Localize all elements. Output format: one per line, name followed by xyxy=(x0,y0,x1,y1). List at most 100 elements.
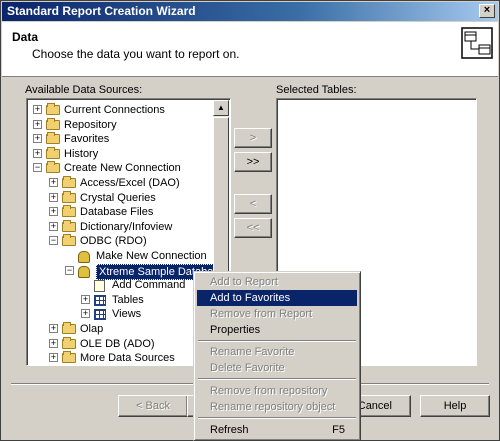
scroll-up-arrow-icon[interactable]: ▲ xyxy=(213,100,229,116)
tree-item-label: Favorites xyxy=(64,133,110,146)
tree-item[interactable]: + Current Connections xyxy=(27,103,213,117)
tree-item[interactable]: + Dictionary/Infoview xyxy=(27,219,213,234)
database-icon xyxy=(78,265,90,278)
folder-icon xyxy=(62,351,76,364)
collapse-icon[interactable]: − xyxy=(65,265,74,275)
tree-item-label: Make New Connection xyxy=(96,250,207,262)
expand-icon[interactable]: + xyxy=(49,353,58,363)
remove-all-button[interactable]: << xyxy=(234,218,272,238)
menu-item[interactable]: Remove from Report xyxy=(197,306,357,322)
tree-item[interactable]: + Database Files xyxy=(27,205,213,219)
tree-item-label: Repository xyxy=(64,118,117,131)
table-icon xyxy=(94,309,106,321)
tree-item-label: Current Connections xyxy=(64,104,165,116)
expand-icon[interactable]: + xyxy=(49,221,58,231)
add-table-button[interactable]: > xyxy=(234,128,272,148)
menu-item-label: Add to Favorites xyxy=(210,292,291,304)
tree-item[interactable]: + Tables xyxy=(27,293,213,307)
tree-item[interactable]: + Repository xyxy=(27,117,213,132)
tree-item[interactable]: + OLE DB (ADO) xyxy=(27,336,213,351)
tree-item[interactable]: − Create New Connection xyxy=(27,161,213,175)
tree-item[interactable]: + Olap xyxy=(27,322,213,336)
folder-icon xyxy=(62,234,76,247)
tree-item[interactable]: + Favorites xyxy=(27,132,213,146)
menu-item[interactable]: Rename repository object xyxy=(197,399,357,415)
help-button[interactable]: Help xyxy=(420,395,490,417)
tree-item[interactable]: + More Data Sources xyxy=(27,351,213,365)
tree-item[interactable]: Make New Connection xyxy=(27,249,213,263)
menu-item-label: Properties xyxy=(210,324,261,336)
window-title: Standard Report Creation Wizard xyxy=(7,4,196,18)
remove-table-button[interactable]: < xyxy=(234,194,272,214)
close-button[interactable]: × xyxy=(479,4,495,18)
menu-item-label: Rename repository object xyxy=(210,401,336,413)
page-subtitle: Choose the data you want to report on. xyxy=(32,47,240,61)
tree-item[interactable]: + Crystal Queries xyxy=(27,190,213,205)
tree-item[interactable]: − ODBC (RDO) xyxy=(27,234,213,248)
menu-item-label: Delete Favorite xyxy=(210,362,285,374)
collapse-icon[interactable]: − xyxy=(33,163,42,173)
folder-icon xyxy=(46,132,60,145)
tree-item[interactable]: Add Command xyxy=(27,278,213,293)
tree-item-label: Crystal Queries xyxy=(80,191,156,204)
expand-icon[interactable]: + xyxy=(49,324,58,333)
title-bar[interactable]: Standard Report Creation Wizard × xyxy=(2,2,498,21)
tree-item-label: ODBC (RDO) xyxy=(80,235,147,248)
tree-item-label: More Data Sources xyxy=(80,352,175,365)
expand-icon[interactable]: + xyxy=(81,309,90,319)
menu-item-label: Remove from Report xyxy=(210,308,313,320)
expand-icon[interactable]: + xyxy=(49,338,58,348)
folder-icon xyxy=(46,117,60,130)
expand-icon[interactable]: + xyxy=(49,207,58,217)
tree-item-label: Tables xyxy=(112,293,144,306)
expand-icon[interactable]: + xyxy=(33,119,42,129)
database-icon xyxy=(78,251,90,263)
folder-icon xyxy=(62,336,76,349)
menu-shortcut: F5 xyxy=(332,424,345,436)
expand-icon[interactable]: + xyxy=(33,134,42,144)
tree-item-label: History xyxy=(64,147,99,160)
expand-icon[interactable]: + xyxy=(49,192,58,202)
folder-icon xyxy=(46,103,60,115)
menu-separator xyxy=(198,378,356,380)
menu-item[interactable]: Add to Favorites xyxy=(197,290,357,306)
menu-item[interactable]: Refresh F5 xyxy=(197,422,357,438)
folder-icon xyxy=(62,190,76,203)
tree-item[interactable]: − Xtreme Sample Database xyxy=(27,263,228,280)
menu-item[interactable]: Rename Favorite xyxy=(197,344,357,360)
folder-icon xyxy=(62,176,76,188)
tree-item-label: Create New Connection xyxy=(64,162,181,175)
context-menu: Add to Report Add to Favorites Remove from… xyxy=(193,271,361,441)
collapse-icon[interactable]: − xyxy=(49,236,58,246)
expand-icon[interactable]: + xyxy=(49,178,58,187)
folder-icon xyxy=(62,322,76,334)
menu-item[interactable]: Properties xyxy=(197,322,357,338)
menu-separator xyxy=(198,340,356,342)
menu-item[interactable]: Remove from repository xyxy=(197,383,357,399)
menu-item-label: Rename Favorite xyxy=(210,346,295,358)
back-button[interactable]: < Back xyxy=(118,395,188,417)
expand-icon[interactable]: + xyxy=(33,105,42,114)
add-all-button[interactable]: >> xyxy=(234,152,272,172)
tree-item-label: Database Files xyxy=(80,206,154,219)
page-title: Data xyxy=(12,30,39,44)
menu-item[interactable]: Add to Report xyxy=(197,274,357,290)
tree-item-label: Dictionary/Infoview xyxy=(80,220,173,233)
available-sources-label: Available Data Sources: xyxy=(25,84,143,96)
wizard-header: Data Choose the data you want to report … xyxy=(2,22,498,77)
menu-separator xyxy=(198,417,356,419)
menu-item-label: Refresh xyxy=(210,424,249,436)
expand-icon[interactable]: + xyxy=(81,294,90,304)
folder-icon xyxy=(62,219,76,232)
table-icon xyxy=(94,294,106,306)
tree-item[interactable]: + Access/Excel (DAO) xyxy=(27,176,213,190)
menu-item-label: Remove from repository xyxy=(210,385,328,397)
tree-item-label: Access/Excel (DAO) xyxy=(80,177,180,189)
menu-item[interactable]: Delete Favorite xyxy=(197,360,357,376)
tree-item[interactable]: + History xyxy=(27,146,213,161)
tree-item-label: Add Command xyxy=(112,279,186,292)
selected-tables-label: Selected Tables: xyxy=(276,84,357,96)
tree-item[interactable]: + Views xyxy=(27,307,213,321)
expand-icon[interactable]: + xyxy=(33,148,42,158)
folder-icon xyxy=(46,146,60,159)
